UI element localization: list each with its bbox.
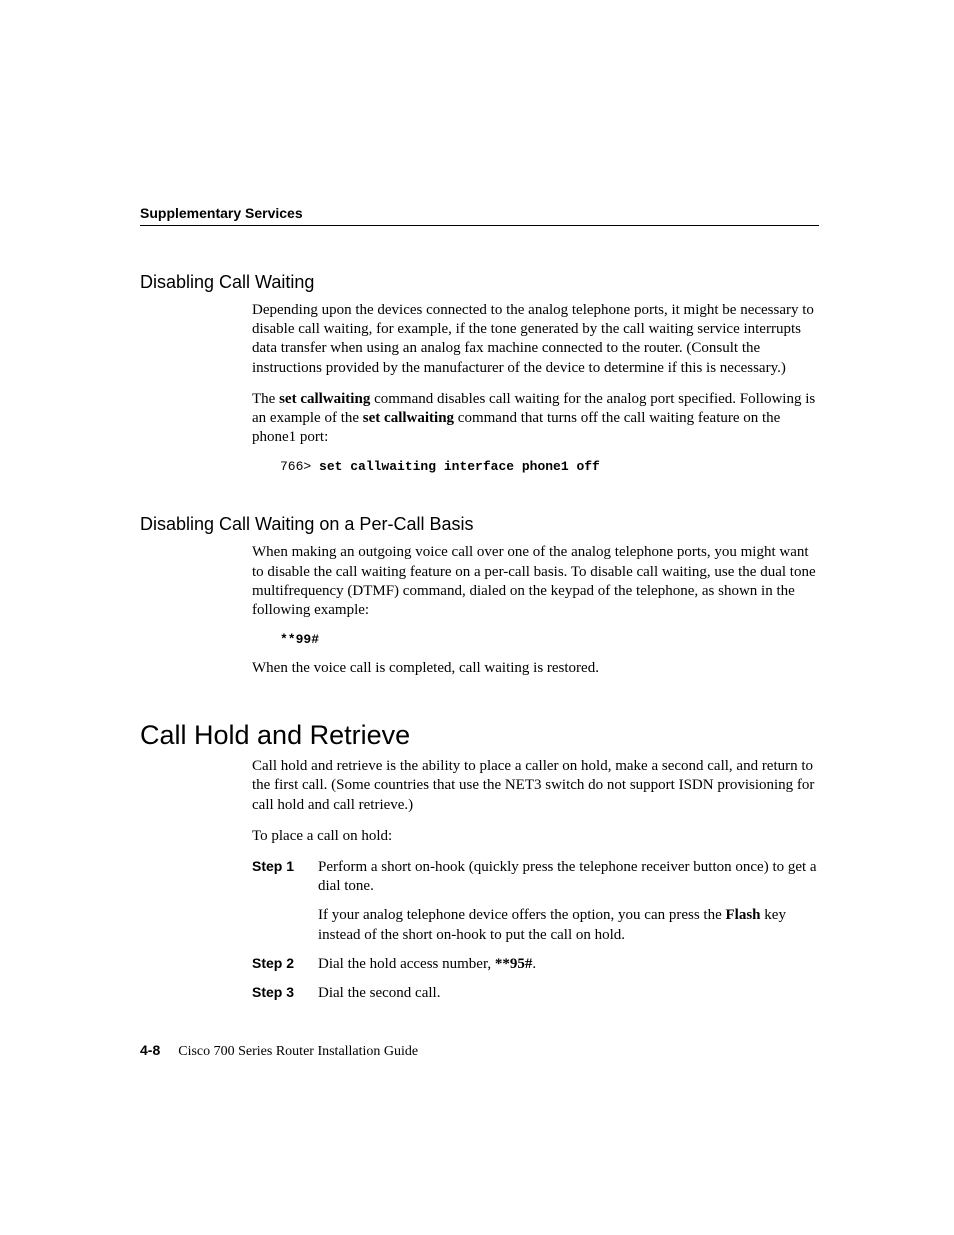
section-body: When making an outgoing voice call over …: [252, 543, 819, 678]
command-name: set callwaiting: [363, 410, 454, 426]
paragraph: When the voice call is completed, call w…: [252, 659, 819, 678]
paragraph: When making an outgoing voice call over …: [252, 543, 819, 620]
code-example: **99#: [280, 632, 819, 647]
page-number: 4-8: [140, 1042, 160, 1058]
section-body: Call hold and retrieve is the ability to…: [252, 757, 819, 846]
text: If your analog telephone device offers t…: [318, 907, 726, 923]
step-row: Step 3 Dial the second call.: [252, 984, 819, 1003]
text: .: [532, 956, 536, 972]
running-header: Supplementary Services: [140, 205, 819, 226]
text: The: [252, 391, 279, 407]
step-subtext: If your analog telephone device offers t…: [318, 906, 819, 944]
code-command: **99#: [280, 632, 319, 647]
heading-disabling-per-call: Disabling Call Waiting on a Per-Call Bas…: [140, 514, 819, 535]
step-label: Step 2: [252, 955, 318, 974]
paragraph: The set callwaiting command disables cal…: [252, 390, 819, 448]
step-row: Step 1 Perform a short on-hook (quickly …: [252, 858, 819, 896]
step-row: Step 2 Dial the hold access number, **95…: [252, 955, 819, 974]
heading-disabling-call-waiting: Disabling Call Waiting: [140, 272, 819, 293]
code-example: 766> set callwaiting interface phone1 of…: [280, 459, 819, 474]
text: Dial the hold access number,: [318, 956, 495, 972]
step-label: Step 1: [252, 858, 318, 896]
command-name: set callwaiting: [279, 391, 370, 407]
footer-title: Cisco 700 Series Router Installation Gui…: [178, 1044, 418, 1059]
key-name: Flash: [726, 907, 761, 923]
paragraph: Depending upon the devices connected to …: [252, 301, 819, 378]
code-command: set callwaiting interface phone1 off: [319, 459, 600, 474]
page: Supplementary Services Disabling Call Wa…: [0, 0, 954, 1235]
step-text: Dial the second call.: [318, 984, 819, 1003]
step-text: Dial the hold access number, **95#.: [318, 955, 819, 974]
code-inline: **95#: [495, 956, 533, 972]
step-label: Step 3: [252, 984, 318, 1003]
step-text: Perform a short on-hook (quickly press t…: [318, 858, 819, 896]
heading-call-hold-retrieve: Call Hold and Retrieve: [140, 720, 819, 751]
paragraph: Call hold and retrieve is the ability to…: [252, 757, 819, 815]
paragraph: To place a call on hold:: [252, 827, 819, 846]
section-body: Depending upon the devices connected to …: [252, 301, 819, 474]
page-footer: 4-8 Cisco 700 Series Router Installation …: [140, 1042, 418, 1060]
step-list: Step 1 Perform a short on-hook (quickly …: [252, 858, 819, 1003]
code-prompt: 766>: [280, 459, 319, 474]
